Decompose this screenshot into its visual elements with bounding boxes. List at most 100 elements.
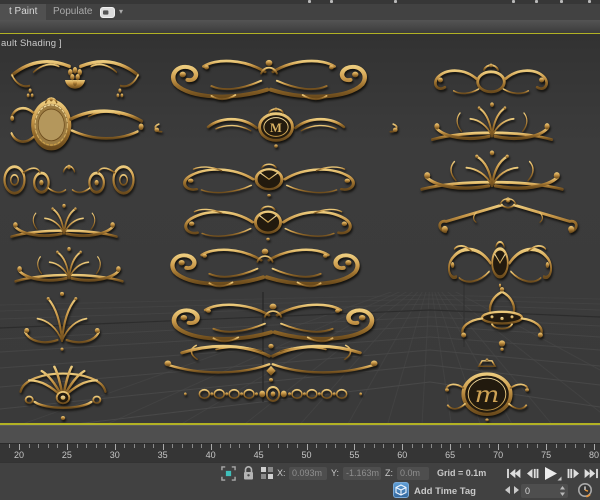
ornament-right-crest-2[interactable] xyxy=(412,146,572,198)
frame-spinner[interactable] xyxy=(559,485,566,500)
ornament-mid-scroll-medallion[interactable] xyxy=(150,160,388,200)
toolbar-fragment-icon xyxy=(535,0,538,3)
toolbar-fragment-icon xyxy=(308,0,311,3)
toolbar-fragment-icon xyxy=(512,0,515,3)
timeline-frame-label: 60 xyxy=(397,450,408,460)
play-icon xyxy=(545,466,562,480)
ornament-mid-acanthus-wide[interactable] xyxy=(148,338,394,384)
ribbon-tab-bar: t Paint Populate ▾ xyxy=(0,4,600,20)
perspective-viewport[interactable]: ault Shading ] xyxy=(0,34,600,423)
go-to-start-button[interactable] xyxy=(505,465,522,481)
timeline-frame-label: 80 xyxy=(588,450,600,460)
timeline-ruler[interactable]: 20 25 30 35 40 45 50 55 60 65 70 75 80 xyxy=(0,443,600,462)
add-time-tag-label[interactable]: Add Time Tag xyxy=(414,486,476,497)
grid-size-label: Grid = 0.1m xyxy=(437,468,487,478)
timeline-frame-label: 25 xyxy=(61,450,72,460)
isolate-selection-icon xyxy=(221,466,236,481)
ornament-mid-shell-scroll[interactable] xyxy=(152,202,384,244)
y-coordinate-field[interactable]: -1.163m xyxy=(343,467,381,480)
timeline-tick xyxy=(479,444,480,448)
ornament-right-crest-1[interactable] xyxy=(424,98,560,148)
current-frame-field[interactable]: 0 xyxy=(521,484,568,498)
timeline-tick xyxy=(105,444,107,448)
time-configuration-button[interactable] xyxy=(577,482,594,499)
previous-frame-button[interactable] xyxy=(523,465,540,481)
track-bar[interactable] xyxy=(0,425,600,443)
timeline-tick xyxy=(9,444,11,448)
timeline-tick xyxy=(459,444,461,448)
ornament-mid-bead-garland[interactable] xyxy=(182,382,364,406)
media-toggle-icon xyxy=(100,6,115,18)
timeline-tick xyxy=(364,444,365,448)
timeline-tick xyxy=(38,444,40,448)
play-button[interactable] xyxy=(541,465,563,481)
ribbon-media-button[interactable]: ▾ xyxy=(100,6,123,18)
ornament-left-palmette-crest[interactable] xyxy=(16,290,108,352)
next-frame-icon xyxy=(567,468,579,478)
timeline-frame-label: 75 xyxy=(541,450,552,460)
timeline-tick xyxy=(57,444,59,448)
timeline-tick xyxy=(47,444,49,448)
ornament-left-cartouche-grapes[interactable] xyxy=(6,96,150,152)
timeline-tick xyxy=(316,444,318,448)
time-configuration-clock-icon xyxy=(578,483,592,498)
timeline-tick xyxy=(28,444,30,448)
timeline-tick xyxy=(469,444,471,448)
timeline-tick xyxy=(383,444,385,448)
timeline-frame-label: 55 xyxy=(349,450,360,460)
y-coordinate-label: Y: xyxy=(331,468,340,478)
ornament-left-fan-crest[interactable] xyxy=(8,356,118,422)
absolute-mode-toggle[interactable] xyxy=(260,466,274,480)
timeline-tick xyxy=(153,444,155,448)
ornament-left-crest-acanthus[interactable] xyxy=(8,243,130,289)
ornament-right-crown[interactable] xyxy=(452,286,552,356)
ornament-right-open-scrolls[interactable] xyxy=(420,60,562,100)
timeline-tick xyxy=(440,444,442,448)
ornament-mid-scroll-panel[interactable] xyxy=(150,54,388,104)
timeline-tick xyxy=(555,444,557,448)
timeline-tick xyxy=(411,444,413,448)
timeline-tick xyxy=(526,444,528,448)
timeline-tick xyxy=(296,444,298,448)
ornament-right-pediment-frame[interactable] xyxy=(428,194,588,242)
timeline-frame-label: 50 xyxy=(301,450,312,460)
ribbon-tab-populate[interactable]: Populate xyxy=(44,4,101,20)
toolbar-fragment-icon xyxy=(560,0,563,3)
current-frame-value: 0 xyxy=(525,486,531,496)
ornament-left-crest-small[interactable] xyxy=(4,200,124,244)
key-step-arrows[interactable] xyxy=(505,486,519,494)
ornament-mid-bar-monogram[interactable] xyxy=(150,106,402,148)
viewport-shading-label[interactable]: ault Shading ] xyxy=(1,38,62,49)
timeline-tick xyxy=(565,444,567,448)
timeline-tick xyxy=(76,444,78,448)
timeline-tick xyxy=(536,444,538,448)
ribbon-tab-label: t Paint xyxy=(9,6,38,17)
ribbon-lower-band xyxy=(0,20,600,33)
selection-lock-toggle[interactable] xyxy=(242,465,255,481)
add-time-tag-button[interactable] xyxy=(393,482,409,498)
timeline-tick xyxy=(421,444,423,448)
selection-lock-icon xyxy=(244,466,253,480)
status-bar: X: 0.093m Y: -1.163m Z: 0.0m Grid = 0.1m xyxy=(0,462,600,500)
ornament-left-circle-scrolls[interactable] xyxy=(0,158,138,200)
ornament-right-floral-crest[interactable] xyxy=(428,236,572,292)
timeline-frame-label: 40 xyxy=(205,450,216,460)
timeline-tick xyxy=(517,444,519,448)
timeline-tick xyxy=(277,444,279,448)
ornament-mid-scroll-acanthus[interactable] xyxy=(150,243,380,291)
absolute-mode-icon xyxy=(261,467,273,479)
go-to-end-button[interactable] xyxy=(583,465,599,481)
isolate-selection-toggle[interactable] xyxy=(221,466,236,481)
timeline-tick xyxy=(488,444,490,448)
ribbon-tab-object-paint[interactable]: t Paint xyxy=(0,4,47,20)
go-to-end-icon xyxy=(584,468,598,478)
time-tag-cube-icon xyxy=(395,484,407,496)
z-coordinate-field[interactable]: 0.0m xyxy=(397,467,429,480)
timeline-tick xyxy=(344,444,346,448)
x-coordinate-field[interactable]: 0.093m xyxy=(289,467,327,480)
timeline-tick xyxy=(584,444,586,448)
next-frame-button[interactable] xyxy=(565,465,582,481)
timeline-frame-label: 30 xyxy=(109,450,120,460)
previous-frame-icon xyxy=(526,468,538,478)
ornament-right-monogram-medallion[interactable] xyxy=(438,358,536,422)
